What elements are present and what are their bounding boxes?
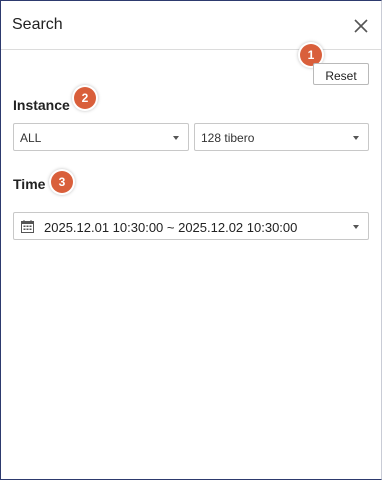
close-icon[interactable] (351, 16, 371, 36)
instance-label: Instance (13, 97, 70, 113)
time-label: Time (13, 176, 46, 192)
calendar-icon (21, 220, 34, 233)
instance-type-select[interactable]: ALL (13, 123, 189, 151)
instance-type-value: ALL (20, 131, 42, 145)
step-badge-2: 2 (74, 87, 96, 109)
panel-header: Search (1, 1, 381, 50)
step-badge-3: 3 (51, 171, 73, 193)
time-range-value: 2025.12.01 10:30:00 ~ 2025.12.02 10:30:0… (44, 220, 298, 235)
panel-title: Search (12, 16, 63, 33)
reset-button[interactable]: Reset (313, 63, 369, 85)
chevron-down-icon (353, 225, 359, 229)
search-panel: Search 1 Reset Instance 2 ALL 128 tibero… (0, 0, 382, 480)
instance-select[interactable]: 128 tibero (194, 123, 369, 151)
time-range-picker[interactable]: 2025.12.01 10:30:00 ~ 2025.12.02 10:30:0… (13, 212, 369, 240)
instance-value: 128 tibero (201, 131, 255, 145)
chevron-down-icon (173, 136, 179, 140)
chevron-down-icon (353, 136, 359, 140)
